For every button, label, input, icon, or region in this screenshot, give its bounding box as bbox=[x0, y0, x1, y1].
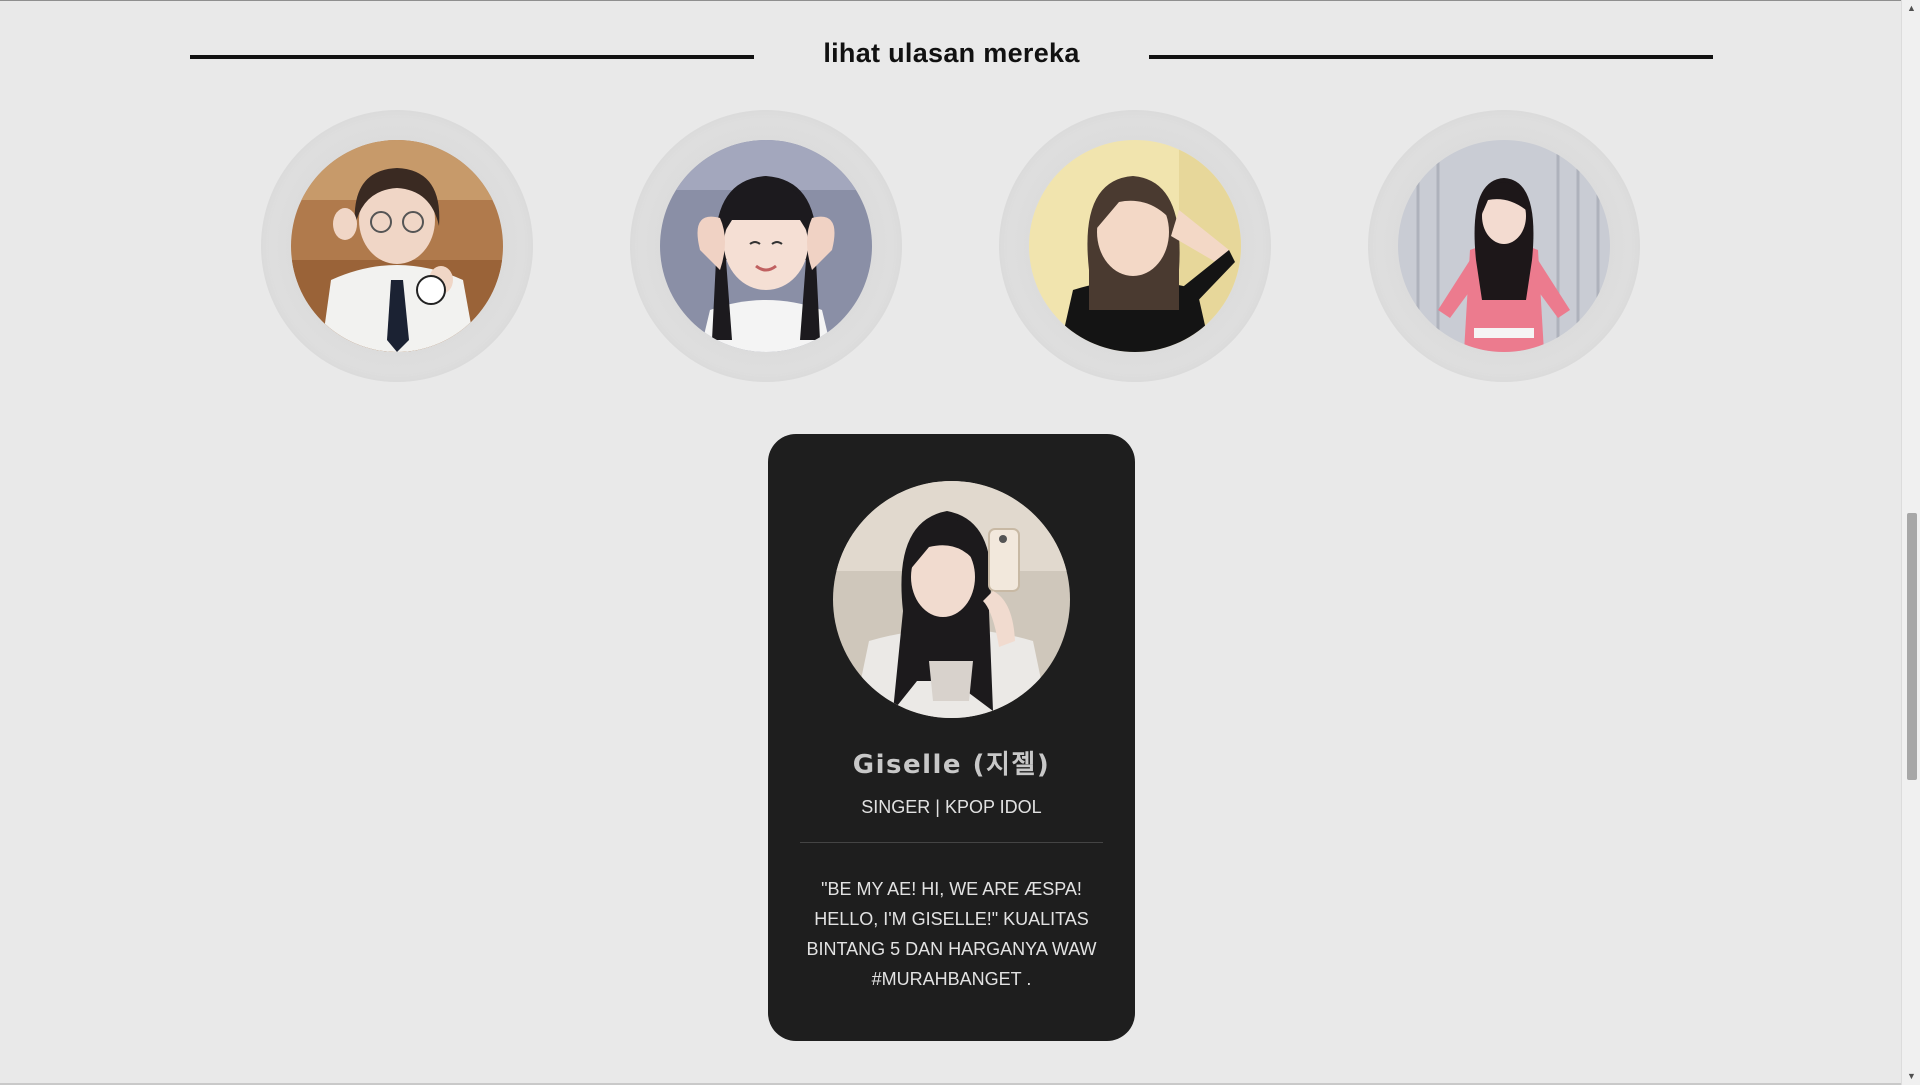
title-divider-left bbox=[190, 55, 754, 59]
avatar-photo-3 bbox=[1029, 140, 1241, 352]
top-border bbox=[0, 0, 1920, 1]
scroll-down-icon[interactable]: ▼ bbox=[1902, 1068, 1920, 1085]
title-divider-right bbox=[1149, 55, 1713, 59]
avatar-photo-4 bbox=[1398, 140, 1610, 352]
reviewer-name: Giselle (지젤) bbox=[852, 750, 1051, 780]
scroll-up-icon[interactable]: ▲ bbox=[1902, 0, 1920, 17]
reviewer-avatar-2[interactable] bbox=[630, 110, 902, 382]
card-divider bbox=[800, 842, 1103, 843]
reviewer-avatar-3[interactable] bbox=[999, 110, 1271, 382]
avatar-photo-1 bbox=[291, 140, 503, 352]
reviewer-avatar-1[interactable] bbox=[261, 110, 533, 382]
reviewer-avatar-4[interactable] bbox=[1368, 110, 1640, 382]
reviewer-role: SINGER | KPOP IDOL bbox=[861, 797, 1042, 817]
scroll-thumb[interactable] bbox=[1907, 513, 1917, 780]
card-photo bbox=[833, 481, 1070, 718]
avatar-photo-2 bbox=[660, 140, 872, 352]
review-card: Giselle (지젤) SINGER | KPOP IDOL "BE MY A… bbox=[768, 434, 1135, 1041]
section-title: lihat ulasan mereka bbox=[823, 38, 1080, 68]
review-quote: "BE MY AE! HI, WE ARE ÆSPA! HELLO, I'M G… bbox=[806, 879, 1097, 989]
vertical-scrollbar[interactable]: ▲ ▼ bbox=[1901, 0, 1920, 1085]
